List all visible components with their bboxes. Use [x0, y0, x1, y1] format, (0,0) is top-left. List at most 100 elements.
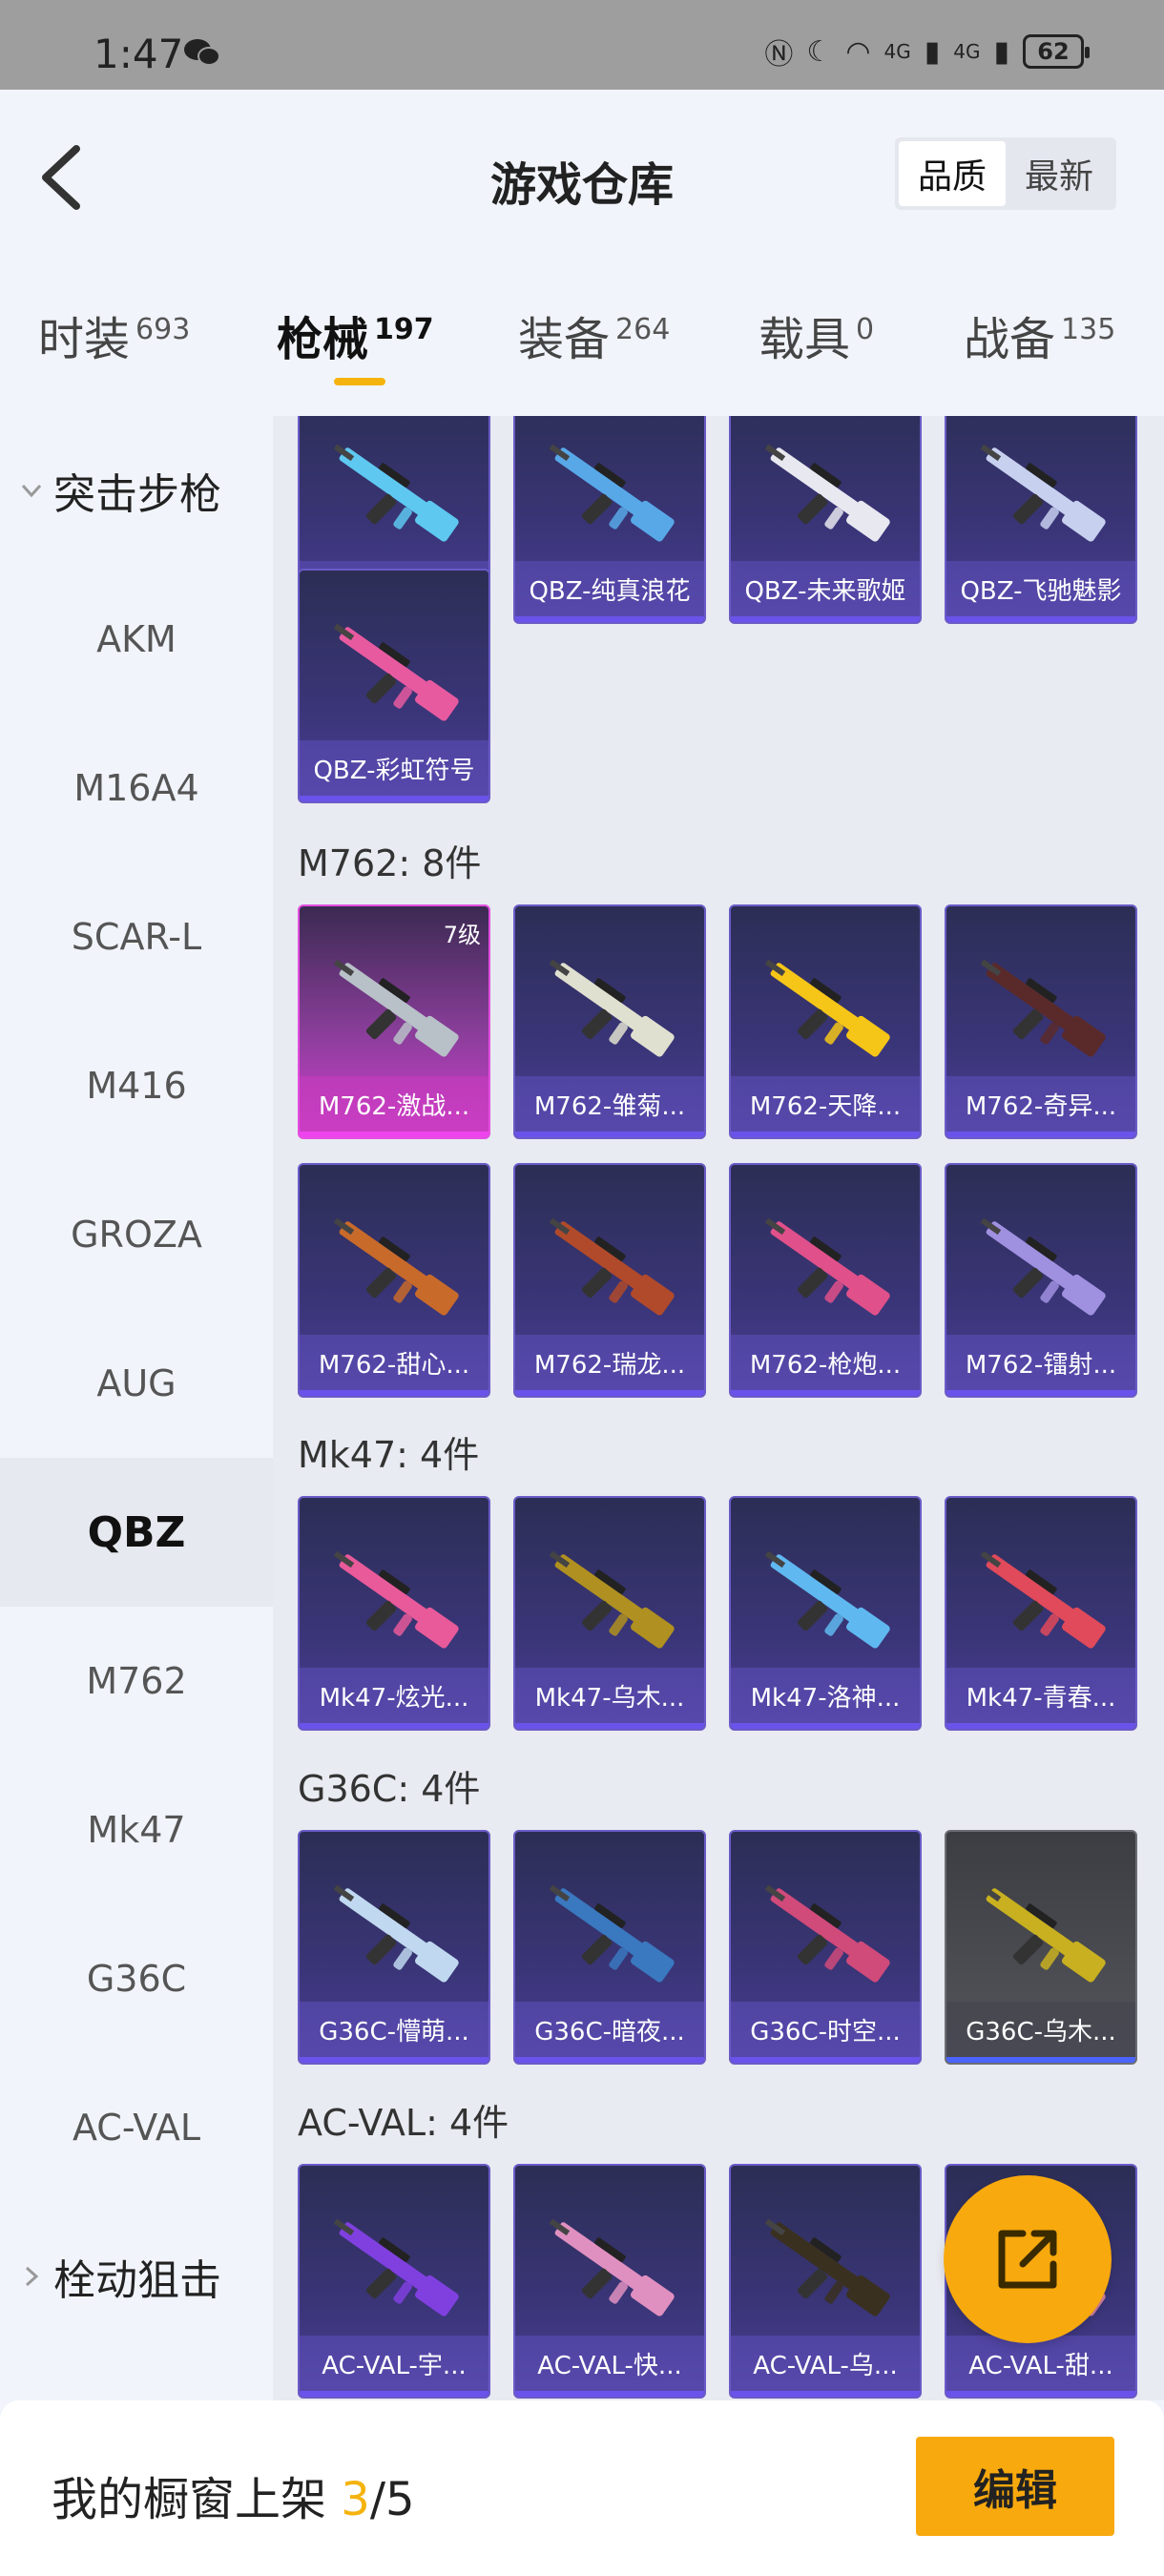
status-bar: 1:47 Ⓝ ☾ ◠ 4G ▮ 4G ▮ 62	[0, 0, 1164, 90]
sidebar-item-mk47[interactable]: Mk47	[0, 1755, 273, 1904]
item-card-m762[interactable]: M762-枪炮...	[729, 1163, 922, 1398]
rifle-icon	[549, 1550, 675, 1649]
item-card-g36c[interactable]: G36C-暗夜...	[513, 1830, 706, 2065]
item-card-ac-val[interactable]: AC-VAL-宇...	[298, 2164, 490, 2399]
item-card-g36c[interactable]: G36C-乌木...	[945, 1830, 1137, 2065]
sidebar-item-m762[interactable]: M762	[0, 1607, 273, 1755]
item-card-m762[interactable]: M762-雏菊...	[513, 904, 706, 1139]
item-card-label: AC-VAL-乌...	[731, 2336, 920, 2391]
item-card-label: M762-奇异...	[946, 1076, 1135, 1132]
sidebar-item-g36c[interactable]: G36C	[0, 1904, 273, 2053]
item-card-m762[interactable]: 7级 M762-激战...	[298, 904, 490, 1139]
item-card-m762[interactable]: M762-甜心...	[298, 1163, 490, 1398]
item-card-m762[interactable]: M762-瑞龙...	[513, 1163, 706, 1398]
item-card-label: M762-镭射...	[946, 1335, 1135, 1390]
rifle-icon	[549, 1217, 675, 1316]
signal-icon-2: ▮	[993, 34, 1009, 69]
tab-equipment[interactable]: 装备 264	[518, 301, 670, 368]
battery-icon: 62	[1023, 34, 1090, 69]
rifle-icon	[333, 1550, 459, 1649]
sidebar-item-scar-l[interactable]: SCAR-L	[0, 862, 273, 1011]
rifle-icon	[333, 1217, 459, 1316]
level-badge: 7级	[443, 922, 481, 948]
rifle-icon	[980, 959, 1106, 1057]
item-card-ac-val[interactable]: AC-VAL-乌...	[729, 2164, 922, 2399]
sidebar-item-m16a4[interactable]: M16A4	[0, 714, 273, 862]
tab-vehicles[interactable]: 载具 0	[759, 301, 874, 368]
tab-label: 战备	[964, 313, 1056, 366]
rifle-icon	[764, 1550, 890, 1649]
rifle-icon	[980, 444, 1106, 542]
showcase-current-count: 3	[341, 2473, 370, 2526]
showcase-label: 我的橱窗上架	[52, 2473, 342, 2526]
moon-icon: ☾	[806, 34, 833, 69]
footer: 我的橱窗上架 3/5 编辑	[0, 2400, 1164, 2576]
tab-count: 693	[135, 313, 191, 346]
tab-label: 载具	[759, 313, 851, 366]
item-card-label: G36C-暗夜...	[515, 2002, 704, 2057]
sidebar-item-groza[interactable]: GROZA	[0, 1160, 273, 1309]
rifle-icon	[764, 2218, 890, 2316]
rifle-icon	[333, 1884, 459, 1983]
sidebar-item-aug[interactable]: AUG	[0, 1309, 273, 1458]
item-card-label: Mk47-乌木...	[515, 1668, 704, 1723]
item-card-qbz[interactable]: QBZ-未来歌姬	[729, 416, 922, 624]
sort-toggle: 品质 最新	[895, 137, 1116, 210]
item-card-qbz[interactable]: QBZ-彩虹符号	[298, 569, 490, 803]
sidebar-group-assault-rifles[interactable]: 突击步枪	[19, 416, 221, 565]
chevron-right-icon	[25, 2266, 39, 2287]
share-button[interactable]	[944, 2175, 1112, 2343]
sidebar-item-akm[interactable]: AKM	[0, 565, 273, 714]
tab-supplies[interactable]: 战备 135	[964, 301, 1115, 368]
tab-guns[interactable]: 枪械 197	[277, 301, 434, 368]
sidebar-item-qbz[interactable]: QBZ	[0, 1458, 273, 1607]
showcase-max-count: /5	[369, 2473, 415, 2526]
item-card-m762[interactable]: M762-奇异...	[945, 904, 1137, 1139]
signal-icon: ▮	[924, 34, 941, 69]
tab-fashion[interactable]: 时装 693	[38, 301, 190, 368]
sort-newest-button[interactable]: 最新	[1006, 141, 1112, 206]
showcase-status: 我的橱窗上架 3/5	[52, 2462, 415, 2528]
item-card-ac-val[interactable]: AC-VAL-快...	[513, 2164, 706, 2399]
status-icons: Ⓝ ☾ ◠ 4G ▮ 4G ▮ 62	[764, 32, 1090, 72]
signal-1-label: 4G	[883, 40, 911, 63]
item-card-label: QBZ-彩虹符号	[300, 740, 488, 796]
tab-label: 时装	[38, 313, 131, 366]
rifle-icon	[980, 1550, 1106, 1649]
item-card-mk47[interactable]: Mk47-青春...	[945, 1496, 1137, 1731]
tab-count: 264	[615, 313, 671, 346]
section-label-ac-val: AC-VAL: 4件	[298, 2102, 509, 2144]
rifle-icon	[764, 1217, 890, 1316]
item-card-label: AC-VAL-快...	[515, 2336, 704, 2391]
item-card-label: Mk47-炫光...	[300, 1668, 488, 1723]
item-card-qbz[interactable]: QBZ-飞驰魅影	[945, 416, 1137, 624]
item-card-m762[interactable]: M762-天降...	[729, 904, 922, 1139]
item-card-g36c[interactable]: G36C-懵萌...	[298, 1830, 490, 2065]
sidebar-item-ac-val[interactable]: AC-VAL	[0, 2053, 273, 2202]
item-card-qbz[interactable]: QBZ-纯真浪花	[513, 416, 706, 624]
tab-count: 0	[856, 313, 875, 346]
item-card-label: M762-枪炮...	[731, 1335, 920, 1390]
rifle-icon	[549, 1884, 675, 1983]
item-card-label: M762-甜心...	[300, 1335, 488, 1390]
item-card-g36c[interactable]: G36C-时空...	[729, 1830, 922, 2065]
sidebar-group-bolt-snipers[interactable]: 栓动狙击	[19, 2202, 221, 2351]
item-card-label: Mk47-青春...	[946, 1668, 1135, 1723]
item-card-m762[interactable]: M762-镭射...	[945, 1163, 1137, 1398]
rifle-icon	[980, 1884, 1106, 1983]
tab-label: 装备	[518, 313, 611, 366]
sort-quality-button[interactable]: 品质	[899, 141, 1006, 206]
item-card-mk47[interactable]: Mk47-洛神...	[729, 1496, 922, 1731]
sidebar-item-m416[interactable]: M416	[0, 1011, 273, 1160]
external-link-icon	[998, 2230, 1057, 2289]
tab-count: 197	[374, 313, 434, 346]
rifle-icon	[333, 959, 459, 1057]
rifle-icon	[549, 444, 675, 542]
item-card-mk47[interactable]: Mk47-炫光...	[298, 1496, 490, 1731]
item-grid: M762: 8件 Mk47: 4件 G36C: 4件 AC-VAL: 4件 QB…	[273, 416, 1164, 2400]
edit-button[interactable]: 编辑	[916, 2437, 1114, 2536]
item-card-label: G36C-乌木...	[946, 2002, 1135, 2057]
rifle-icon	[549, 2218, 675, 2316]
tab-count: 135	[1061, 313, 1116, 346]
item-card-mk47[interactable]: Mk47-乌木...	[513, 1496, 706, 1731]
